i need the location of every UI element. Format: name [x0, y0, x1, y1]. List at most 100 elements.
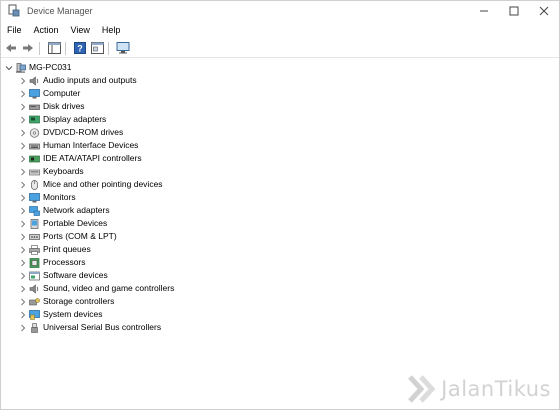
watermark-logo-icon: [408, 375, 436, 403]
device-category[interactable]: Monitors: [19, 191, 76, 204]
tree-root[interactable]: MG-PC031: [5, 61, 72, 74]
device-category[interactable]: Keyboards: [19, 165, 84, 178]
show-hide-console-tree-button[interactable]: [47, 41, 61, 55]
menu-view[interactable]: View: [65, 21, 96, 39]
menu-file[interactable]: File: [1, 21, 28, 39]
chevron-right-icon[interactable]: [19, 308, 27, 321]
chevron-right-icon[interactable]: [19, 204, 27, 217]
device-category[interactable]: Software devices: [19, 269, 108, 282]
chevron-right-icon[interactable]: [19, 165, 27, 178]
device-category[interactable]: Universal Serial Bus controllers: [19, 321, 161, 334]
device-category[interactable]: Ports (COM & LPT): [19, 230, 117, 243]
forward-button[interactable]: [21, 41, 35, 55]
chevron-right-icon[interactable]: [19, 126, 27, 139]
device-manager-window: Device Manager File Action View Help ? M…: [0, 0, 560, 410]
chevron-right-icon[interactable]: [19, 321, 27, 334]
printer-icon: [29, 244, 40, 255]
toolbar-separator: [65, 41, 66, 55]
processor-icon: [29, 257, 40, 268]
device-category[interactable]: Network adapters: [19, 204, 110, 217]
tree-root-label: MG-PC031: [29, 62, 72, 72]
port-icon: [29, 232, 40, 242]
device-category[interactable]: DVD/CD-ROM drives: [19, 126, 123, 139]
usb-icon: [29, 322, 40, 333]
device-category-label: Storage controllers: [43, 296, 115, 306]
chevron-right-icon[interactable]: [19, 243, 27, 256]
dvd-drive-icon: [29, 127, 40, 138]
device-category[interactable]: Computer: [19, 87, 80, 100]
chevron-right-icon[interactable]: [19, 113, 27, 126]
device-category-label: Processors: [43, 257, 86, 267]
device-category-label: Portable Devices: [43, 218, 108, 228]
properties-icon: [90, 42, 104, 54]
chevron-right-icon[interactable]: [19, 74, 27, 87]
scan-hardware-changes-button[interactable]: [116, 41, 130, 55]
menu-bar: File Action View Help: [1, 21, 559, 39]
chevron-right-icon[interactable]: [19, 100, 27, 113]
help-button[interactable]: ?: [73, 41, 87, 55]
minimize-button[interactable]: [469, 1, 499, 21]
disk-drive-icon: [29, 102, 40, 112]
menu-help[interactable]: Help: [96, 21, 127, 39]
window-controls: [469, 1, 559, 21]
back-arrow-icon: [6, 44, 16, 52]
menu-action[interactable]: Action: [28, 21, 65, 39]
network-adapter-icon: [29, 205, 40, 216]
device-category-label: Keyboards: [43, 166, 84, 176]
speaker-icon: [29, 75, 40, 86]
device-category[interactable]: Disk drives: [19, 100, 85, 113]
title-bar[interactable]: Device Manager: [1, 1, 559, 21]
device-tree[interactable]: MG-PC031 Audio inputs and outputs Compute…: [1, 59, 559, 409]
sound-controller-icon: [29, 283, 40, 294]
device-category[interactable]: Mice and other pointing devices: [19, 178, 163, 191]
device-category[interactable]: Storage controllers: [19, 295, 114, 308]
toolbar-separator: [39, 41, 40, 55]
device-category[interactable]: Display adapters: [19, 113, 106, 126]
device-category-label: Human Interface Devices: [43, 140, 139, 150]
computer-root-icon: [15, 62, 26, 73]
chevron-right-icon[interactable]: [19, 256, 27, 269]
chevron-right-icon[interactable]: [19, 295, 27, 308]
svg-text:?: ?: [77, 44, 83, 54]
device-category-label: Display adapters: [43, 114, 107, 124]
chevron-right-icon[interactable]: [19, 282, 27, 295]
chevron-right-icon[interactable]: [19, 152, 27, 165]
computer-icon: [29, 88, 40, 99]
monitor-icon: [29, 192, 40, 203]
chevron-right-icon[interactable]: [19, 191, 27, 204]
device-category-label: System devices: [43, 309, 103, 319]
device-category-label: Software devices: [43, 270, 108, 280]
toolbar: ?: [1, 39, 559, 58]
device-manager-app-icon: [7, 4, 21, 18]
maximize-button[interactable]: [499, 1, 529, 21]
hid-icon: [29, 141, 40, 151]
device-category[interactable]: Human Interface Devices: [19, 139, 138, 152]
chevron-right-icon[interactable]: [19, 178, 27, 191]
chevron-right-icon[interactable]: [19, 217, 27, 230]
device-category-label: DVD/CD-ROM drives: [43, 127, 124, 137]
ide-controller-icon: [29, 154, 40, 164]
device-category[interactable]: System devices: [19, 308, 103, 321]
watermark-text: JalanTikus: [441, 377, 551, 401]
device-category[interactable]: IDE ATA/ATAPI controllers: [19, 152, 142, 165]
toolbar-separator: [108, 41, 109, 55]
watermark: JalanTikus: [407, 375, 551, 403]
chevron-down-icon[interactable]: [5, 61, 13, 74]
device-category[interactable]: Processors: [19, 256, 86, 269]
device-category-label: Mice and other pointing devices: [43, 179, 163, 189]
display-adapter-icon: [29, 115, 40, 125]
scan-hardware-icon: [116, 42, 130, 54]
device-category[interactable]: Audio inputs and outputs: [19, 74, 137, 87]
back-button[interactable]: [4, 41, 18, 55]
device-category[interactable]: Sound, video and game controllers: [19, 282, 174, 295]
chevron-right-icon[interactable]: [19, 139, 27, 152]
software-device-icon: [29, 271, 40, 281]
device-category[interactable]: Print queues: [19, 243, 91, 256]
chevron-right-icon[interactable]: [19, 230, 27, 243]
device-category-label: Disk drives: [43, 101, 85, 111]
properties-button[interactable]: [90, 41, 104, 55]
device-category[interactable]: Portable Devices: [19, 217, 107, 230]
close-button[interactable]: [529, 1, 559, 21]
chevron-right-icon[interactable]: [19, 87, 27, 100]
chevron-right-icon[interactable]: [19, 269, 27, 282]
